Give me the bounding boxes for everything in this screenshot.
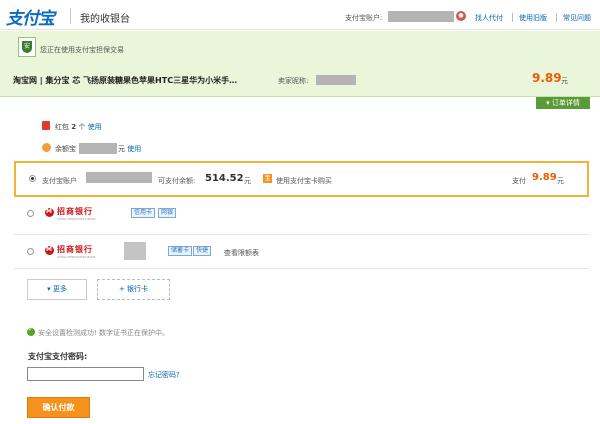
cmb-logo-icon xyxy=(45,208,54,217)
tag-quick-pay: 快捷 xyxy=(193,246,212,256)
bank-subname: CHINA MERCHANTS BANK xyxy=(57,255,96,259)
header-bar: 支付宝 我的收银台 支付宝账户: ● 找人代付 使用旧版 常见问题 xyxy=(0,0,600,30)
row-divider xyxy=(14,268,589,269)
account-status-icon: ● xyxy=(456,11,466,21)
account-masked xyxy=(388,11,454,22)
nav-old-version[interactable]: 使用旧版 xyxy=(519,13,547,23)
redpacket-icon xyxy=(42,121,50,130)
check-icon xyxy=(27,326,35,336)
tag-credit-card: 信用卡 xyxy=(131,208,156,218)
password-input[interactable] xyxy=(27,367,144,381)
order-detail-button[interactable]: ▾ 订单详情 xyxy=(536,97,590,109)
view-limits-link[interactable]: 查看限额表 xyxy=(224,248,259,258)
alipay-account-masked xyxy=(86,172,152,183)
add-bank-card-button[interactable]: + 银行卡 xyxy=(97,279,170,300)
alipay-logo[interactable]: 支付宝 xyxy=(6,4,55,29)
balance-label: 余额宝 xyxy=(55,145,76,153)
nav-find-payer[interactable]: 找人代付 xyxy=(475,13,503,23)
redpacket-row: 红包 2 个 使用 xyxy=(55,123,102,131)
account-label: 支付宝账户: xyxy=(345,14,383,22)
radio-bank-credit[interactable] xyxy=(27,210,34,217)
radio-bank-debit[interactable] xyxy=(27,248,34,255)
balance-unit-row: 元 使用 xyxy=(118,145,142,153)
seller-masked xyxy=(316,75,356,85)
password-label: 支付宝支付密码: xyxy=(28,352,88,361)
bank-subname: CHINA MERCHANTS BANK xyxy=(57,217,96,221)
tag-online-bank: 网银 xyxy=(158,208,177,218)
tag-debit-card: 储蓄卡 xyxy=(168,246,193,256)
redpacket-use-link[interactable]: 使用 xyxy=(88,123,102,131)
use-alipay-card-link[interactable]: 使用支付宝卡购买 xyxy=(276,176,332,186)
logo-divider xyxy=(70,8,71,24)
seller-label: 卖家昵称: xyxy=(278,77,309,85)
available-balance-label: 可支付余额: xyxy=(158,177,196,185)
alipay-card-icon: 宝 xyxy=(263,174,272,183)
radio-alipay-account[interactable] xyxy=(29,175,36,182)
bank-name: 招商银行 xyxy=(57,207,93,216)
alipay-account-label: 支付宝账户 xyxy=(42,177,77,185)
nav-divider xyxy=(556,13,557,22)
balance-masked xyxy=(79,143,117,154)
available-balance: 514.52 xyxy=(205,173,244,184)
shield-icon: 安 xyxy=(18,37,36,57)
pay-amount: 9.89 xyxy=(532,172,557,183)
confirm-payment-button[interactable]: 确认付款 xyxy=(27,397,90,418)
order-banner: 安 您正在使用支付宝担保交易 淘宝网 | 集分宝 芯 飞扬原装糖果色苹果HTC三… xyxy=(0,31,600,97)
forgot-password-link[interactable]: 忘记密码? xyxy=(148,370,180,380)
order-amount-unit: 元 xyxy=(561,77,568,85)
nav-faq[interactable]: 常见问题 xyxy=(563,13,591,23)
bank-name: 招商银行 xyxy=(57,245,93,254)
more-channels-button[interactable]: ▾ 更多 xyxy=(27,279,87,300)
pay-label: 支付 xyxy=(512,177,526,185)
order-amount: 9.89 xyxy=(532,71,562,85)
available-balance-unit: 元 xyxy=(244,177,251,185)
pay-amount-unit: 元 xyxy=(557,177,564,185)
order-title: 淘宝网 | 集分宝 芯 飞扬原装糖果色苹果HTC三星华为小米手… xyxy=(13,76,238,85)
page-title: 我的收银台 xyxy=(80,14,130,25)
security-status: 安全设置检测成功! 数字证书正在保护中。 xyxy=(38,329,170,337)
bank-card-masked xyxy=(124,242,146,260)
cmb-logo-icon xyxy=(45,246,54,255)
row-divider xyxy=(14,234,589,235)
escrow-notice: 您正在使用支付宝担保交易 xyxy=(40,46,124,54)
nav-divider xyxy=(512,13,513,22)
balance-use-link[interactable]: 使用 xyxy=(127,145,141,153)
balance-icon xyxy=(42,143,51,152)
